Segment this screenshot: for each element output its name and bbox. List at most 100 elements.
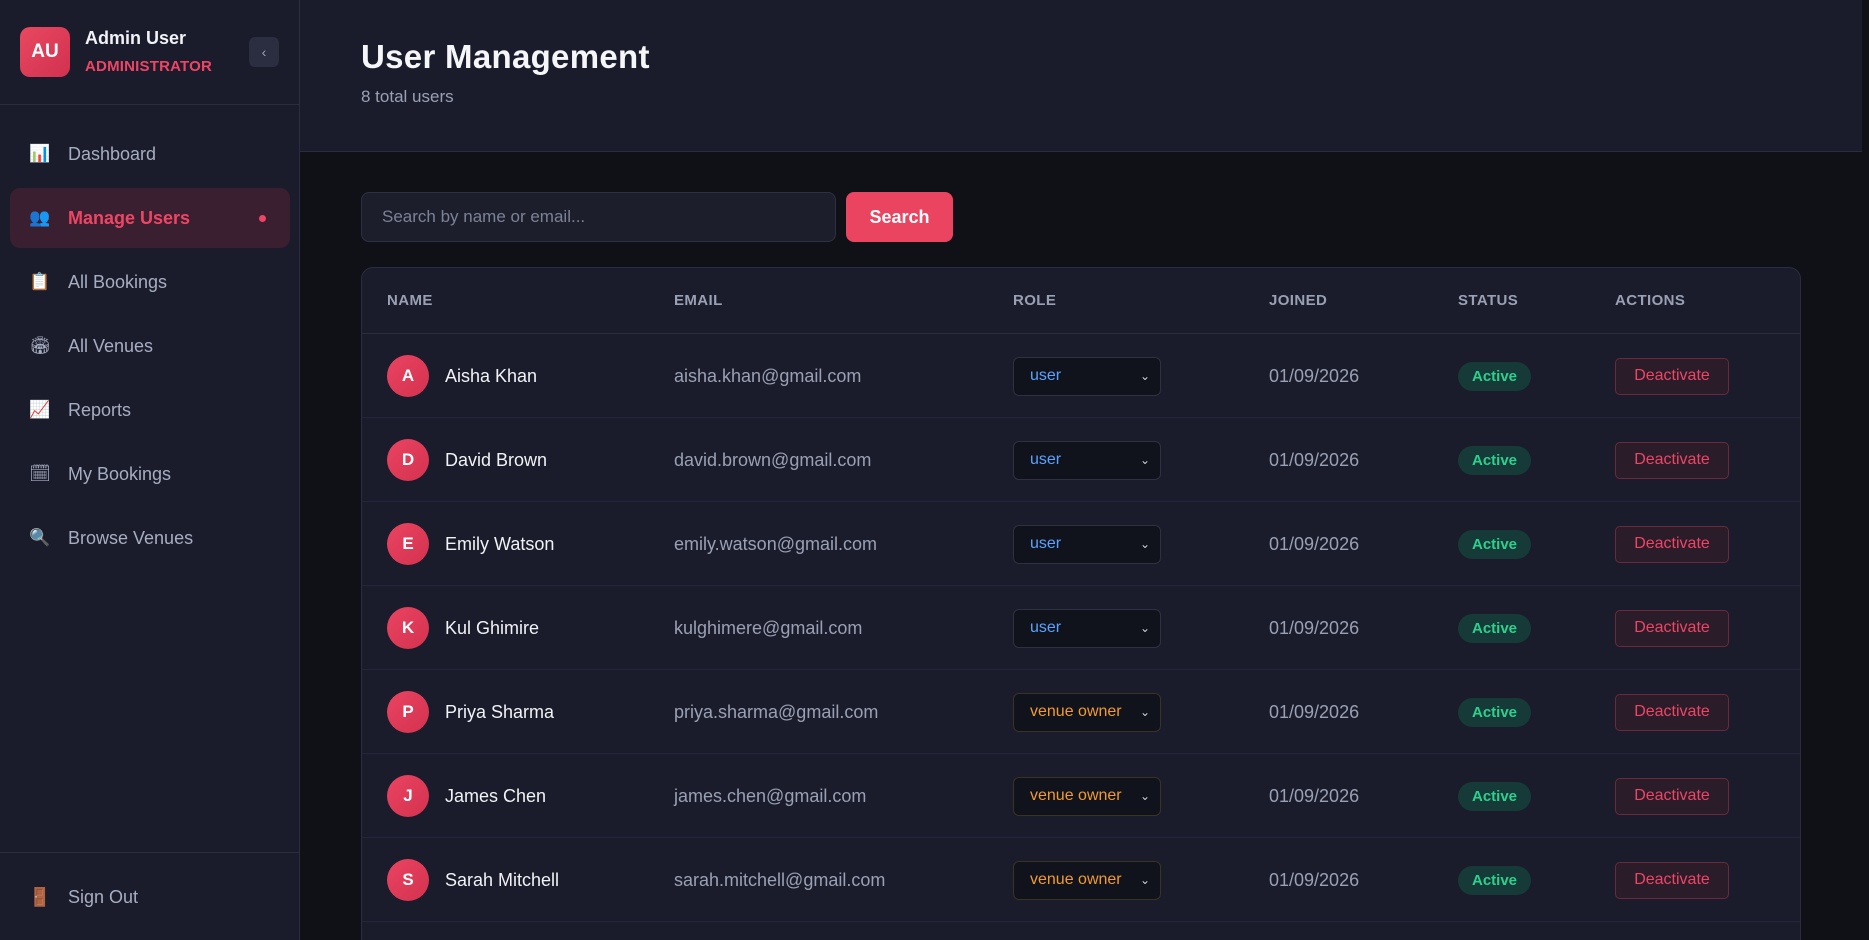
active-indicator-dot <box>259 215 266 222</box>
role-value: user <box>1030 451 1062 468</box>
table-header: NAME EMAIL ROLE JOINED STATUS ACTIONS <box>362 268 1800 334</box>
name-cell: P Priya Sharma <box>387 670 554 754</box>
email-cell: david.brown@gmail.com <box>674 418 871 502</box>
status-badge: Active <box>1458 865 1532 895</box>
user-email: priya.sharma@gmail.com <box>674 701 879 722</box>
sign-out-label: Sign Out <box>68 886 139 907</box>
status-badge: Active <box>1458 697 1532 727</box>
role-value: venue owner <box>1030 871 1122 888</box>
user-email: james.chen@gmail.com <box>674 785 867 806</box>
sidebar-item-label: All Venues <box>68 335 154 356</box>
name-cell: K Kul Ghimire <box>387 586 539 670</box>
role-select[interactable]: venue owner ⌄ <box>1013 692 1161 732</box>
joined-date: 01/09/2026 <box>1269 533 1360 554</box>
status-badge: Active <box>1458 781 1532 811</box>
sidebar-item-browse-venues[interactable]: 🔍 Browse Venues <box>10 508 290 568</box>
user-email: kulghimere@gmail.com <box>674 617 863 638</box>
avatar: J <box>387 775 429 817</box>
table-row: P Priya Sharma priya.sharma@gmail.com ve… <box>362 670 1800 754</box>
status-cell: Active <box>1458 418 1532 502</box>
joined-cell: 01/09/2026 <box>1269 670 1359 754</box>
sign-out-button[interactable]: 🚪 Sign Out <box>28 885 138 909</box>
sidebar-item-dashboard[interactable]: 📊 Dashboard <box>10 124 290 184</box>
role-select[interactable]: venue owner ⌄ <box>1013 860 1161 900</box>
role-select[interactable]: user ⌄ <box>1013 608 1161 648</box>
deactivate-button[interactable]: Deactivate <box>1615 609 1729 647</box>
avatar: E <box>387 523 429 565</box>
search-input[interactable] <box>361 192 836 242</box>
avatar: D <box>387 439 429 481</box>
users-icon: 👥 <box>29 208 51 227</box>
deactivate-button[interactable]: Deactivate <box>1615 441 1729 479</box>
actions-cell: Deactivate <box>1615 586 1729 670</box>
role-cell: user ⌄ <box>1013 586 1161 670</box>
joined-date: 01/09/2026 <box>1269 785 1360 806</box>
joined-cell: 01/09/2026 <box>1269 418 1359 502</box>
status-cell: Active <box>1458 586 1532 670</box>
collapse-sidebar-button[interactable]: ‹ <box>249 37 279 67</box>
role-select[interactable]: user ⌄ <box>1013 524 1161 564</box>
role-cell: venue owner ⌄ <box>1013 754 1161 838</box>
email-cell: priya.sharma@gmail.com <box>674 670 878 754</box>
door-icon: 🚪 <box>28 886 52 907</box>
deactivate-button[interactable]: Deactivate <box>1615 777 1729 815</box>
role-cell: venue owner ⌄ <box>1013 670 1161 754</box>
avatar: P <box>387 691 429 733</box>
sidebar-item-label: All Bookings <box>68 271 168 292</box>
user-name: Emily Watson <box>445 533 555 554</box>
role-value: venue owner <box>1030 703 1122 720</box>
sidebar-item-my-bookings[interactable]: 🗓 My Bookings <box>10 444 290 504</box>
deactivate-button[interactable]: Deactivate <box>1615 693 1729 731</box>
deactivate-button[interactable]: Deactivate <box>1615 525 1729 563</box>
avatar: S <box>387 859 429 901</box>
role-value: user <box>1030 367 1062 384</box>
user-email: emily.watson@gmail.com <box>674 533 877 554</box>
table-row: A Aisha Khan aisha.khan@gmail.com user ⌄… <box>362 334 1800 418</box>
role-select[interactable]: venue owner ⌄ <box>1013 776 1161 816</box>
sidebar-item-all-venues[interactable]: 🏟 All Venues <box>10 316 290 376</box>
joined-date: 01/09/2026 <box>1269 365 1360 386</box>
role-select[interactable]: user ⌄ <box>1013 440 1161 480</box>
email-cell: aisha.khan@gmail.com <box>674 334 861 418</box>
sidebar-nav: 📊 Dashboard 👥 Manage Users 📋 All Booking… <box>0 120 300 572</box>
column-header-status: STATUS <box>1458 292 1519 309</box>
chevron-down-icon: ⌄ <box>1139 537 1150 551</box>
user-count: 8 total users <box>361 87 454 106</box>
status-badge: Active <box>1458 529 1532 559</box>
stadium-icon: 🏟 <box>29 336 51 355</box>
column-header-email: EMAIL <box>674 292 723 309</box>
email-cell: james.chen@gmail.com <box>674 754 866 838</box>
status-cell: Active <box>1458 334 1532 418</box>
actions-cell: Deactivate <box>1615 754 1729 838</box>
sidebar-item-label: Dashboard <box>68 143 157 164</box>
role-value: venue owner <box>1030 787 1122 804</box>
joined-date: 01/09/2026 <box>1269 449 1360 470</box>
joined-date: 01/09/2026 <box>1269 701 1360 722</box>
sidebar-item-label: Manage Users <box>68 207 191 228</box>
user-name: Sarah Mitchell <box>445 869 560 890</box>
avatar: A <box>387 355 429 397</box>
trend-chart-icon: 📈 <box>29 400 51 419</box>
sidebar-item-manage-users[interactable]: 👥 Manage Users <box>10 188 290 248</box>
search-button[interactable]: Search <box>846 192 953 242</box>
sidebar-item-all-bookings[interactable]: 📋 All Bookings <box>10 252 290 312</box>
user-name: Kul Ghimire <box>445 617 540 638</box>
user-email: aisha.khan@gmail.com <box>674 365 862 386</box>
sidebar-item-reports[interactable]: 📈 Reports <box>10 380 290 440</box>
table-row: K Kul Ghimire kulghimere@gmail.com user … <box>362 586 1800 670</box>
joined-cell: 01/09/2026 <box>1269 502 1359 586</box>
role-select[interactable]: user ⌄ <box>1013 356 1161 396</box>
column-header-role: ROLE <box>1013 292 1057 309</box>
joined-date: 01/09/2026 <box>1269 617 1360 638</box>
deactivate-button[interactable]: Deactivate <box>1615 861 1729 899</box>
avatar: AU <box>20 27 70 77</box>
name-cell: A Aisha Khan <box>387 334 537 418</box>
table-row: J James Chen james.chen@gmail.com venue … <box>362 754 1800 838</box>
page-header: User Management 8 total users <box>300 0 1862 152</box>
role-cell: venue owner ⌄ <box>1013 838 1161 922</box>
actions-cell: Deactivate <box>1615 334 1729 418</box>
chevron-down-icon: ⌄ <box>1139 453 1150 467</box>
deactivate-button[interactable]: Deactivate <box>1615 357 1729 395</box>
email-cell: sarah.mitchell@gmail.com <box>674 838 885 922</box>
name-cell: E Emily Watson <box>387 502 554 586</box>
